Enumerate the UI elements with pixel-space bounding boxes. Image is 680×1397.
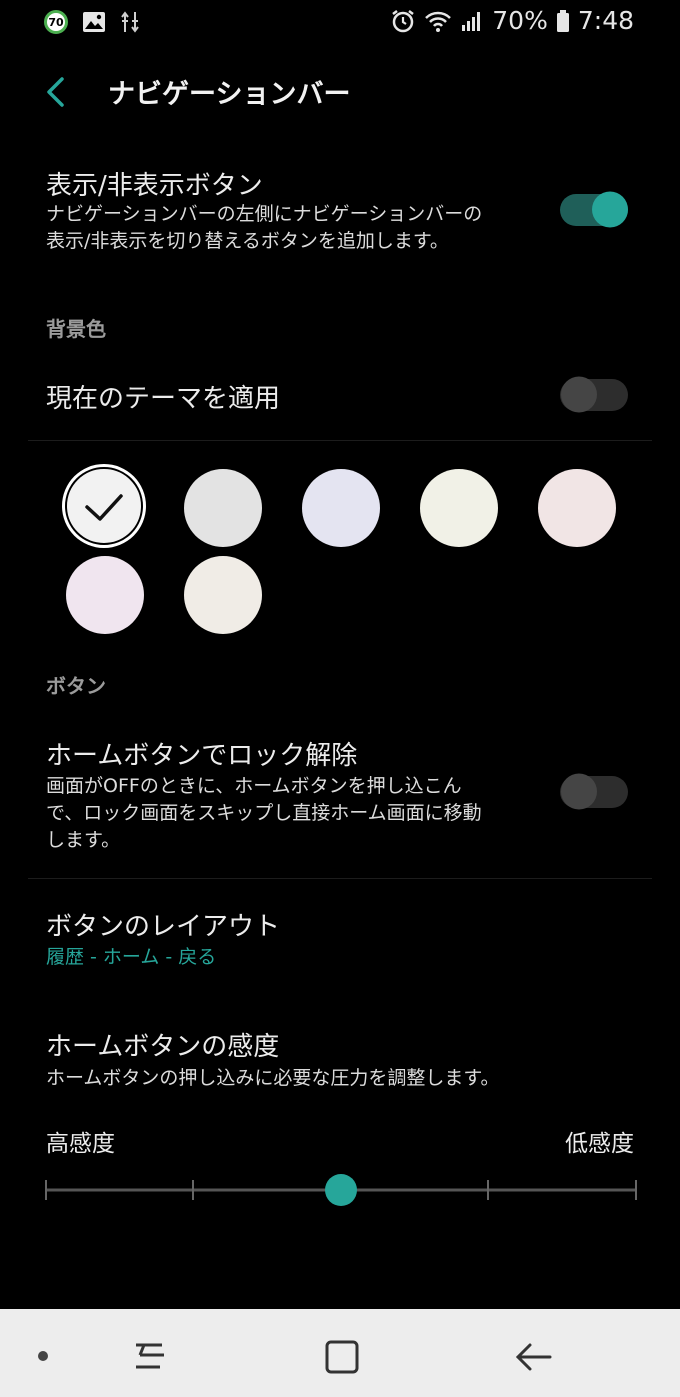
system-navigation-bar: [0, 1309, 680, 1397]
image-icon: [83, 12, 105, 32]
color-swatch[interactable]: [420, 469, 498, 547]
back-arrow-icon[interactable]: [38, 72, 78, 112]
sensitivity-slider[interactable]: [40, 1170, 640, 1210]
battery-icon: [556, 9, 569, 32]
nav-dot[interactable]: [38, 1351, 48, 1361]
apply-theme-toggle[interactable]: [560, 375, 630, 413]
sensitivity-max-label: 低感度: [565, 1131, 634, 1157]
color-swatch[interactable]: [66, 556, 144, 634]
alarm-icon: [392, 9, 415, 32]
color-swatch[interactable]: [538, 469, 616, 547]
sensitivity-min-label: 高感度: [46, 1131, 115, 1157]
section-buttons: ボタン: [46, 674, 106, 698]
home-unlock-toggle[interactable]: [560, 772, 630, 810]
slider-thumb[interactable]: [325, 1174, 357, 1206]
divider: [28, 878, 652, 879]
page-title: ナビゲーションバー: [108, 79, 351, 110]
show-hide-toggle[interactable]: [560, 190, 630, 228]
color-swatch[interactable]: [302, 469, 380, 547]
checkmark-icon: [85, 494, 123, 521]
signal-icon: [462, 11, 481, 31]
button-layout-title: ボタンのレイアウト: [46, 912, 281, 942]
wifi-icon: [425, 11, 452, 32]
home-unlock-title: ホームボタンでロック解除: [46, 741, 358, 771]
back-button-icon[interactable]: [514, 1337, 554, 1377]
divider: [28, 440, 652, 441]
show-hide-desc-line1: ナビゲーションバーの左側にナビゲーションバーの: [46, 203, 483, 225]
sensitivity-title: ホームボタンの感度: [46, 1032, 280, 1062]
status-bar-left: 70: [44, 10, 140, 34]
recent-apps-icon[interactable]: [130, 1339, 170, 1375]
apply-theme-title: 現在のテーマを適用: [46, 384, 281, 414]
notification-badge: 70: [44, 10, 68, 34]
sensitivity-desc: ホームボタンの押し込みに必要な圧力を調整します。: [46, 1067, 500, 1089]
home-unlock-desc-line2: で、ロック画面をスキップし直接ホーム画面に移動: [46, 802, 482, 824]
show-hide-desc-line2: 表示/非表示を切り替えるボタンを追加します。: [46, 230, 449, 252]
color-swatch-grid: [0, 460, 680, 650]
data-transfer-icon: [121, 11, 139, 33]
battery-percent: 70%: [492, 6, 548, 35]
color-swatch[interactable]: [184, 469, 262, 547]
button-layout-value: 履歴 - ホーム - 戻る: [46, 946, 217, 968]
status-bar-right: 70% 7:48: [390, 6, 634, 35]
show-hide-title: 表示/非表示ボタン: [46, 171, 263, 201]
home-unlock-desc-line1: 画面がOFFのときに、ホームボタンを押し込こん: [46, 775, 462, 797]
clock-time: 7:48: [577, 6, 634, 35]
color-swatch[interactable]: [62, 464, 146, 548]
home-button-icon[interactable]: [322, 1337, 362, 1377]
color-swatch[interactable]: [184, 556, 262, 634]
home-unlock-desc-line3: します。: [46, 829, 121, 851]
section-background-color: 背景色: [46, 317, 106, 341]
